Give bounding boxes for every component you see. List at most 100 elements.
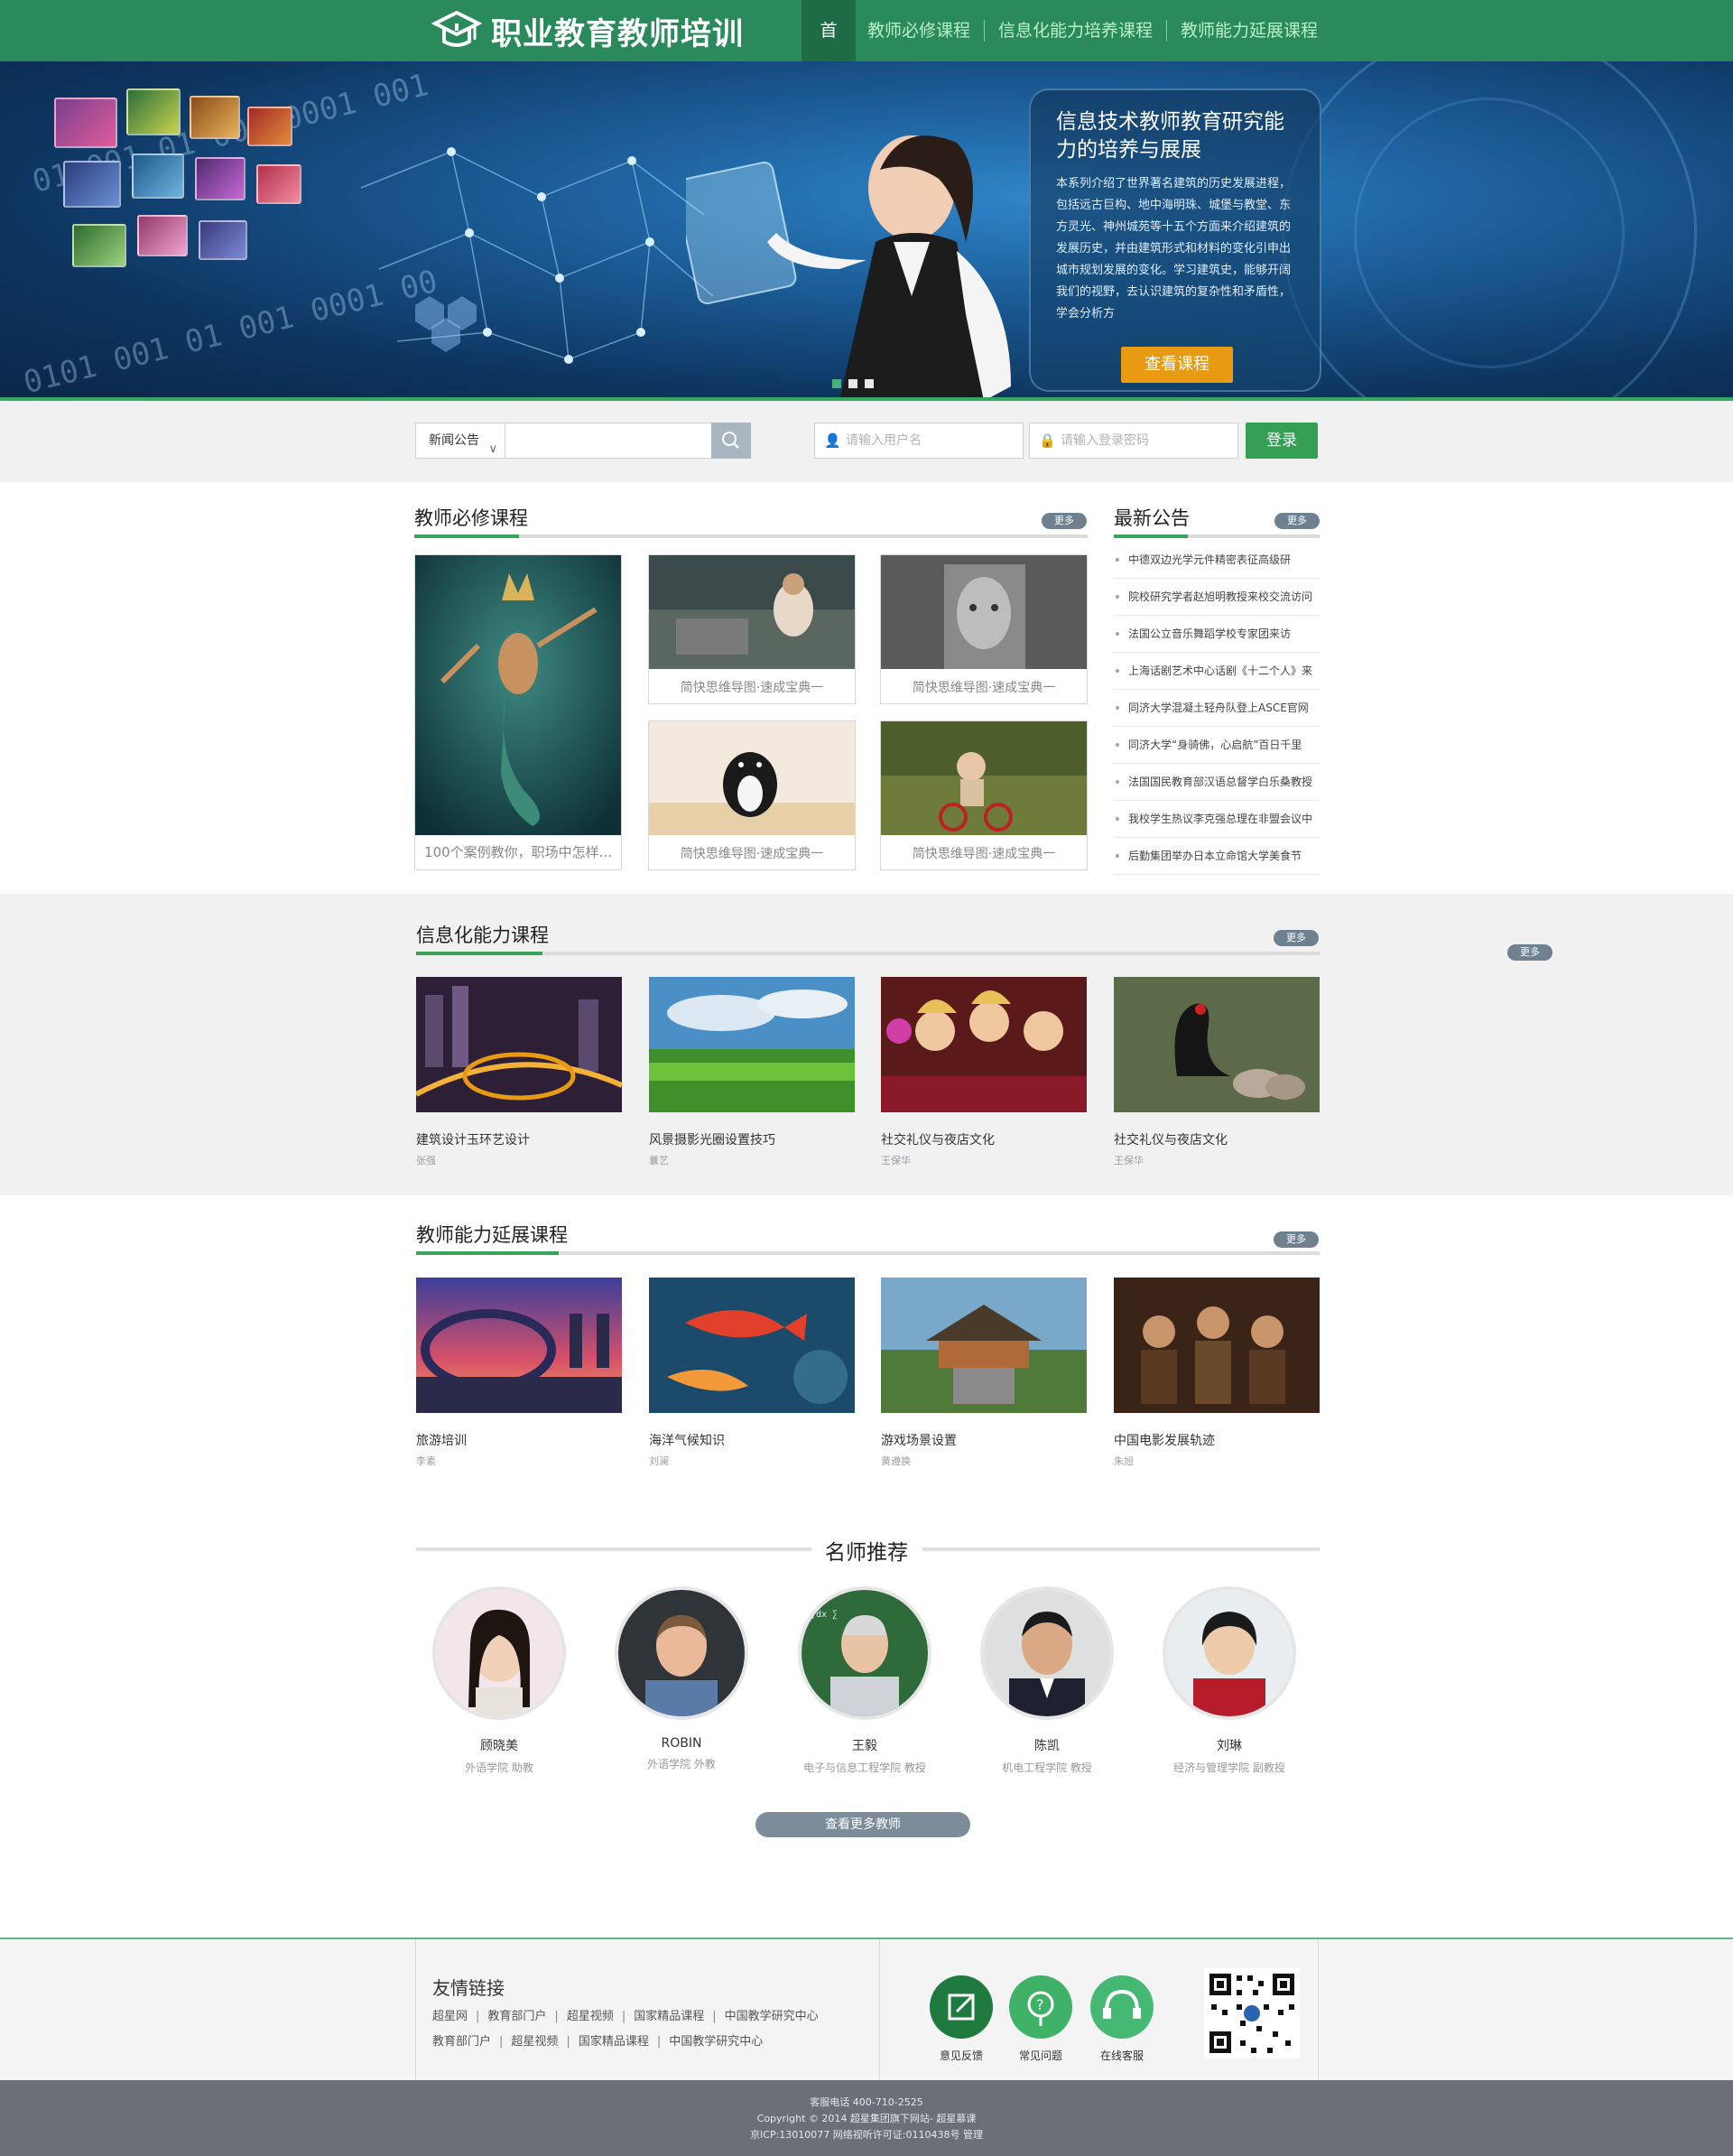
friend-link[interactable]: 国家精品课程 bbox=[634, 2010, 704, 2023]
search-button[interactable] bbox=[711, 423, 751, 459]
decorative-ring bbox=[1354, 98, 1625, 368]
carousel-dot[interactable] bbox=[832, 379, 841, 388]
news-item[interactable]: 同济大学“身骑佛，心启航”百日千里 bbox=[1114, 727, 1320, 764]
friend-link[interactable]: 教育部门户 bbox=[432, 2035, 491, 2049]
more-button[interactable]: 更多 bbox=[1274, 930, 1319, 946]
search-login-bar: 新闻公告 ∨ 👤 请输入用户名 🔒 请输入登录密码 登录 bbox=[0, 401, 1733, 482]
friend-link[interactable]: 教育部门户 bbox=[487, 2010, 546, 2023]
friend-link[interactable]: 中国教学研究中心 bbox=[669, 2035, 763, 2049]
friend-link[interactable]: 超星视频 bbox=[511, 2035, 558, 2049]
link-separator: | bbox=[712, 2010, 717, 2023]
search-category-select[interactable]: 新闻公告 ∨ bbox=[415, 423, 505, 459]
nav-home[interactable]: 首页 bbox=[802, 0, 856, 102]
section-title: 最新公告 bbox=[1114, 507, 1190, 529]
service-phone: 客服电话 400-710-2525 bbox=[810, 2096, 923, 2108]
nav-divider bbox=[1166, 20, 1168, 42]
teacher-name: 刘琳 bbox=[1217, 1739, 1242, 1753]
side-more-button[interactable]: 更多 bbox=[1507, 944, 1552, 961]
course-tile[interactable]: 建筑设计玉环艺设计 张强 bbox=[414, 977, 624, 1167]
teacher-name: 陈凯 bbox=[1034, 1739, 1060, 1753]
course-tile[interactable]: 海洋气候知识 刘澜 bbox=[649, 1278, 855, 1468]
teacher-card[interactable]: ∫dx ∑ 王毅 电子与信息工程学院 教授 bbox=[792, 1586, 937, 1775]
course-card[interactable]: 简快思维导图·速成宝典一 bbox=[648, 720, 856, 870]
news-item[interactable]: 我校学生热议李克强总理在非盟会议中 bbox=[1114, 801, 1320, 838]
more-button[interactable]: 更多 bbox=[1042, 513, 1087, 529]
username-field[interactable]: 👤 请输入用户名 bbox=[814, 423, 1024, 459]
faq-label: 常见问题 bbox=[1018, 2049, 1062, 2062]
friend-link[interactable]: 超星网 bbox=[432, 2010, 468, 2023]
section-divider-accent bbox=[1114, 534, 1188, 538]
more-button[interactable]: 更多 bbox=[1274, 1231, 1319, 1248]
online-service-button[interactable]: 在线客服 bbox=[1090, 1975, 1154, 2063]
info-courses-header: 信息化能力课程 更多 bbox=[416, 921, 1320, 957]
news-item[interactable]: 同济大学混凝土轻舟队登上ASCE官网 bbox=[1114, 690, 1320, 727]
teacher-title: 电子与信息工程学院 教授 bbox=[803, 1761, 926, 1774]
friend-link[interactable]: 国家精品课程 bbox=[579, 2035, 649, 2049]
question-icon: ? bbox=[1009, 1975, 1072, 2039]
course-card[interactable]: 简快思维导图·速成宝典一 bbox=[880, 720, 1088, 870]
course-title: 游戏场景设置 bbox=[881, 1434, 957, 1448]
login-button[interactable]: 登录 bbox=[1246, 423, 1318, 459]
friend-link[interactable]: 中国教学研究中心 bbox=[725, 2010, 819, 2023]
faq-button[interactable]: ? 常见问题 bbox=[1009, 1975, 1072, 2063]
news-item[interactable]: 后勤集团举办日本立命馆大学美食节 bbox=[1114, 838, 1320, 875]
link-separator: | bbox=[554, 2010, 559, 2023]
graduation-cap-icon bbox=[431, 10, 482, 47]
course-caption: 简快思维导图·速成宝典一 bbox=[680, 681, 824, 695]
news-item[interactable]: 中德双边光学元件精密表征高级研 bbox=[1114, 542, 1320, 579]
carousel-dot[interactable] bbox=[865, 379, 874, 388]
carousel-dot[interactable] bbox=[848, 379, 857, 388]
news-item[interactable]: 法国国民教育部汉语总督学白乐桑教授 bbox=[1114, 764, 1320, 801]
course-tile[interactable]: 社交礼仪与夜店文化 王保华 bbox=[1114, 977, 1320, 1167]
nav-info-courses[interactable]: 信息化能力培养课程 bbox=[987, 0, 1164, 61]
course-tile[interactable]: 社交礼仪与夜店文化 王保华 bbox=[881, 977, 1087, 1167]
course-caption: 简快思维导图·速成宝典一 bbox=[912, 681, 1056, 695]
site-logo[interactable]: 职业教育教师培训 bbox=[431, 9, 744, 52]
course-card[interactable]: 简快思维导图·速成宝典一 bbox=[648, 554, 856, 704]
view-more-teachers-button[interactable]: 查看更多教师 bbox=[755, 1812, 970, 1837]
course-card[interactable]: 简快思维导图·速成宝典一 bbox=[880, 554, 1088, 704]
course-tile[interactable]: 游戏场景设置 黄遵换 bbox=[881, 1278, 1087, 1468]
teacher-card[interactable]: 刘琳 经济与管理学院 副教授 bbox=[1157, 1586, 1302, 1775]
avatar bbox=[615, 1586, 748, 1720]
feedback-button[interactable]: 意见反馈 bbox=[930, 1975, 993, 2063]
teacher-card[interactable]: 顾晓美 外语学院 助教 bbox=[427, 1586, 571, 1775]
banner-title: 信息技术教师教育研究能力的培养与展展 bbox=[1056, 110, 1284, 162]
footer-divider bbox=[879, 1939, 880, 2082]
view-course-button[interactable]: 查看课程 bbox=[1121, 347, 1233, 383]
news-item[interactable]: 院校研究学者赵旭明教授来校交流访问 bbox=[1114, 579, 1320, 616]
course-author: 黄遵换 bbox=[881, 1455, 911, 1467]
course-thumbnail bbox=[649, 721, 855, 835]
friend-link[interactable]: 超星视频 bbox=[567, 2010, 614, 2023]
news-item[interactable]: 上海话剧艺术中心话剧《十二个人》来 bbox=[1114, 653, 1320, 690]
avatar: ∫dx ∑ bbox=[798, 1586, 931, 1720]
lock-icon: 🔒 bbox=[1039, 432, 1056, 449]
nav-divider bbox=[984, 20, 986, 42]
more-button[interactable]: 更多 bbox=[1274, 513, 1320, 529]
link-separator: | bbox=[476, 2010, 480, 2023]
news-item[interactable]: 法国公立音乐舞蹈学校专家团来访 bbox=[1114, 616, 1320, 653]
hero-banner[interactable]: 01 001 01 001 0001 001 0101 001 01 001 0… bbox=[0, 61, 1733, 401]
course-caption: 简快思维导图·速成宝典一 bbox=[912, 847, 1056, 861]
teacher-card[interactable]: 陈凯 机电工程学院 教授 bbox=[975, 1586, 1119, 1775]
course-tile[interactable]: 风景摄影光圈设置技巧 曩艺 bbox=[649, 977, 855, 1167]
link-separator: | bbox=[656, 2035, 662, 2049]
course-tile[interactable]: 中国电影发展轨迹 朱旭 bbox=[1114, 1278, 1320, 1468]
icp-text: 京ICP:13010077 网络视听许可证:0110438号 管理 bbox=[750, 2129, 983, 2141]
svg-text:?: ? bbox=[1036, 1996, 1044, 2013]
password-field[interactable]: 🔒 请输入登录密码 bbox=[1029, 423, 1238, 459]
teacher-card[interactable]: ROBIN 外语学院 外教 bbox=[609, 1586, 754, 1771]
course-tile[interactable]: 旅游培训 李素 bbox=[416, 1278, 622, 1468]
nav-required-courses[interactable]: 教师必修课程 bbox=[856, 0, 982, 61]
nav-extend-courses[interactable]: 教师能力延展课程 bbox=[1169, 0, 1330, 61]
username-placeholder: 请输入用户名 bbox=[846, 433, 922, 448]
course-thumbnail bbox=[1114, 1278, 1320, 1413]
course-thumbnail bbox=[416, 1278, 622, 1413]
course-author: 李素 bbox=[416, 1455, 436, 1467]
featured-course-card[interactable]: 100个案例教你，职场中怎样... bbox=[414, 554, 622, 870]
avatar bbox=[432, 1586, 566, 1720]
user-icon: 👤 bbox=[824, 432, 841, 449]
network-graphic bbox=[360, 147, 714, 364]
course-author: 曩艺 bbox=[649, 1155, 669, 1166]
search-input[interactable] bbox=[505, 423, 712, 459]
